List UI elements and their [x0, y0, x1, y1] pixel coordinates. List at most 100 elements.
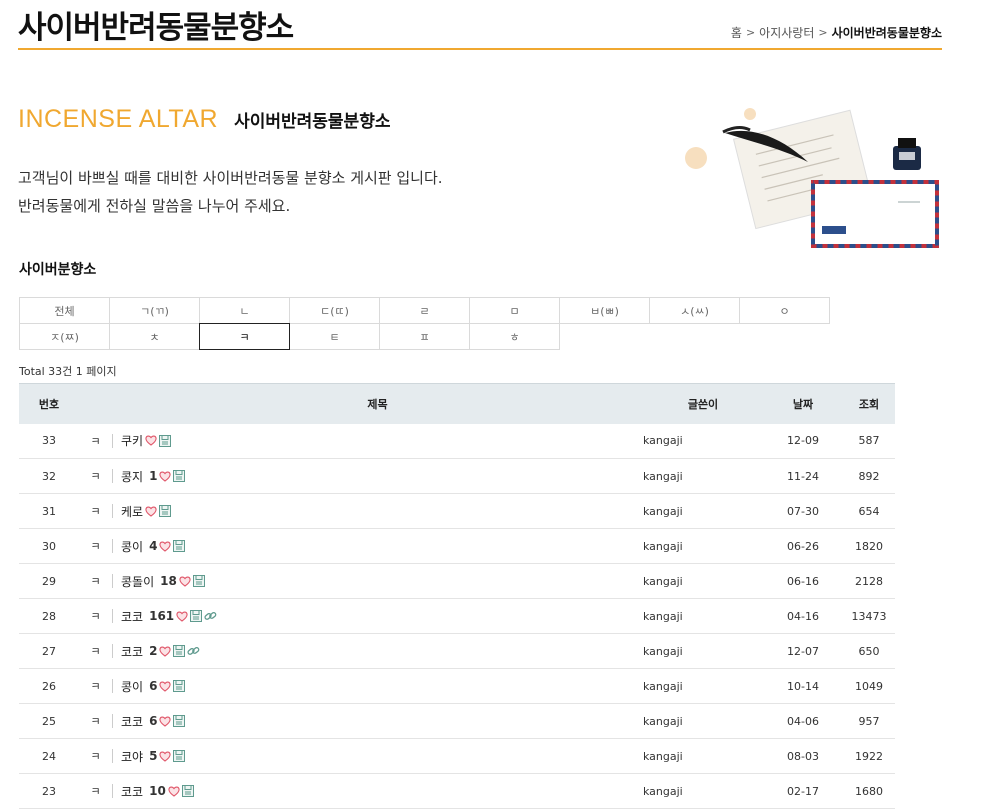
filter-tab[interactable]: ㅂ(ㅃ)	[559, 297, 650, 324]
post-subject-link[interactable]: 콩돌이	[121, 573, 154, 590]
table-row[interactable]: 23 ㅋ 코코 10 kangaji 02-17 1680	[19, 773, 895, 809]
filter-tab[interactable]: ㅍ	[379, 323, 470, 350]
post-writer: kangaji	[643, 493, 763, 529]
total-count: Total 33건 1 페이지	[19, 365, 117, 378]
file-icon	[173, 750, 186, 762]
filter-tab[interactable]: ㄴ	[199, 297, 290, 324]
post-title-cell[interactable]: 콩돌이 18	[112, 563, 643, 599]
post-subject-link[interactable]: 케로	[121, 503, 143, 520]
comment-count: 4	[149, 539, 158, 553]
post-title-cell[interactable]: 콩이 4	[112, 528, 643, 564]
filter-tab[interactable]: ㅌ	[289, 323, 380, 350]
post-hits: 1922	[843, 738, 895, 774]
heart-icon	[179, 576, 191, 587]
post-date: 12-07	[763, 633, 843, 669]
header-hits: 조회	[858, 397, 880, 411]
comment-count: 6	[149, 679, 158, 693]
breadcrumb-category[interactable]: 아지사랑터	[759, 24, 814, 41]
table-row[interactable]: 32 ㅋ 콩지 1 kangaji 11-24 892	[19, 458, 895, 494]
filter-tab[interactable]: 전체	[19, 297, 110, 324]
filter-tab[interactable]: ㄹ	[379, 297, 470, 324]
filter-tab[interactable]: ㅈ(ㅉ)	[19, 323, 110, 350]
intro-korean-title: 사이버반려동물분향소	[234, 112, 391, 132]
filter-tab[interactable]: ㅇ	[739, 297, 830, 324]
post-title-cell[interactable]: 코코 161	[112, 598, 643, 634]
post-title-cell[interactable]: 케로	[112, 493, 643, 529]
comment-count: 18	[160, 574, 177, 588]
post-subject-link[interactable]: 쿠키	[121, 432, 143, 449]
post-date: 02-17	[763, 773, 843, 809]
post-number: 33	[19, 423, 79, 459]
table-row[interactable]: 28 ㅋ 코코 161 kangaji 04-16 13473	[19, 598, 895, 634]
post-date: 07-30	[763, 493, 843, 529]
post-title-cell[interactable]: 콩이 6	[112, 668, 643, 704]
post-writer: kangaji	[643, 773, 763, 809]
post-subject-link[interactable]: 코코	[121, 608, 143, 625]
heart-icon	[159, 716, 172, 727]
post-number: 24	[19, 738, 79, 774]
table-row[interactable]: 29 ㅋ 콩돌이 18 kangaji 06-16 2128	[19, 563, 895, 599]
post-category: ㅋ	[79, 703, 112, 739]
file-icon	[190, 610, 203, 622]
filter-tab[interactable]: ㄱ(ㄲ)	[109, 297, 200, 324]
post-title-cell[interactable]: 쿠키	[112, 423, 643, 459]
table-row[interactable]: 24 ㅋ 코야 5 kangaji 08-03 1922	[19, 738, 895, 774]
post-subject-link[interactable]: 콩이	[121, 538, 143, 555]
post-hits: 1820	[843, 528, 895, 564]
post-date: 04-06	[763, 703, 843, 739]
comment-count: 1	[149, 469, 158, 483]
post-subject-link[interactable]: 코야	[121, 748, 143, 765]
filter-row: 전체 ㄱ(ㄲ) ㄴㄷ(ㄸ) ㄹㅁㅂ(ㅃ) ㅅ(ㅆ) ㅇ	[19, 297, 839, 324]
post-hits: 957	[843, 703, 895, 739]
table-row[interactable]: 31 ㅋ 케로 kangaji 07-30 654	[19, 493, 895, 529]
table-row[interactable]: 30 ㅋ 콩이 4 kangaji 06-26 1820	[19, 528, 895, 564]
post-subject-link[interactable]: 코코	[121, 643, 143, 660]
table-row[interactable]: 27 ㅋ 코코 2 kangaji 12-07 650	[19, 633, 895, 669]
post-number: 32	[19, 458, 79, 494]
post-title-cell[interactable]: 코야 5	[112, 738, 643, 774]
post-subject-link[interactable]: 콩지	[121, 468, 143, 485]
filter-tab[interactable]: ㅁ	[469, 297, 560, 324]
filter-tab[interactable]: ㄷ(ㄸ)	[289, 297, 380, 324]
post-writer: kangaji	[643, 528, 763, 564]
heart-icon	[159, 751, 172, 762]
filter-tab[interactable]: ㅊ	[109, 323, 200, 350]
post-title-cell[interactable]: 코코 10	[112, 773, 643, 809]
table-row[interactable]: 25 ㅋ 코코 6 kangaji 04-06 957	[19, 703, 895, 739]
post-writer: kangaji	[643, 598, 763, 634]
filter-tab[interactable]: ㅎ	[469, 323, 560, 350]
file-icon	[173, 680, 186, 692]
chevron-right-icon: >	[745, 26, 756, 39]
post-date: 06-26	[763, 528, 843, 564]
breadcrumb-current: 사이버반려동물분향소	[831, 26, 942, 40]
post-number: 26	[19, 668, 79, 704]
post-category: ㅋ	[79, 528, 112, 564]
header-writer: 글쓴이	[687, 397, 719, 411]
post-subject-link[interactable]: 콩이	[121, 678, 143, 695]
table-row[interactable]: 33 ㅋ 쿠키 kangaji 12-09 587	[19, 423, 895, 459]
header-title: 제목	[367, 397, 388, 411]
table-row[interactable]: 26 ㅋ 콩이 6 kangaji 10-14 1049	[19, 668, 895, 704]
comment-count: 161	[149, 609, 175, 623]
file-icon	[173, 470, 186, 482]
post-title-cell[interactable]: 코코 2	[112, 633, 643, 669]
post-hits: 1049	[843, 668, 895, 704]
heart-icon	[159, 646, 172, 657]
post-subject-link[interactable]: 코코	[121, 783, 143, 800]
chevron-right-icon: >	[818, 26, 828, 39]
post-title-cell[interactable]: 콩지 1	[112, 458, 643, 494]
post-number: 23	[19, 773, 79, 809]
post-number: 30	[19, 528, 79, 564]
post-date: 11-24	[763, 458, 843, 494]
post-hits: 654	[843, 493, 895, 529]
post-subject-link[interactable]: 코코	[121, 713, 143, 730]
post-category: ㅋ	[79, 493, 112, 529]
post-number: 25	[19, 703, 79, 739]
filter-tab[interactable]: ㅅ(ㅆ)	[649, 297, 740, 324]
breadcrumb-home[interactable]: 홈	[731, 24, 742, 41]
filter-tab[interactable]: ㅋ	[199, 323, 290, 350]
file-icon	[192, 575, 205, 587]
post-hits: 13473	[843, 598, 895, 634]
post-number: 31	[19, 493, 79, 529]
post-title-cell[interactable]: 코코 6	[112, 703, 643, 739]
